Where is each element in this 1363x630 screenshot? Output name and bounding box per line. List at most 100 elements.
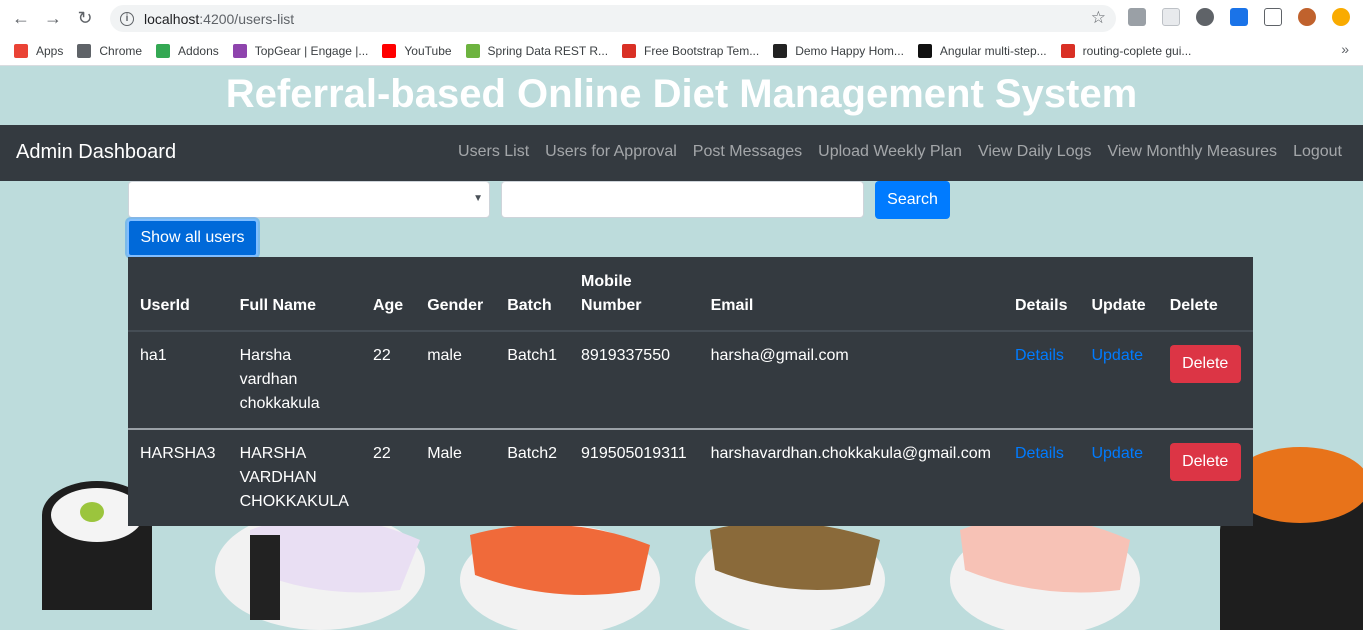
chevron-down-icon: ▼ xyxy=(473,193,483,204)
header-delete: Delete xyxy=(1157,257,1253,332)
nav-logout[interactable]: Logout xyxy=(1293,143,1342,161)
bookmark-item[interactable]: TopGear | Engage |... xyxy=(232,43,369,58)
bookmark-favicon-icon xyxy=(156,43,171,58)
update-link[interactable]: Update xyxy=(1091,445,1143,462)
cell-update: Update xyxy=(1079,330,1158,429)
address-bar[interactable]: i localhost:4200/users-list ☆ xyxy=(110,5,1116,32)
cell-batch: Batch1 xyxy=(495,330,570,429)
nav-users-list[interactable]: Users List xyxy=(458,143,529,161)
details-link[interactable]: Details xyxy=(1015,445,1064,462)
cell-delete: Delete xyxy=(1157,428,1253,526)
bookmark-item[interactable]: Addons xyxy=(156,43,219,58)
nav-upload-weekly-plan[interactable]: Upload Weekly Plan xyxy=(818,143,962,161)
forward-arrow-icon[interactable]: → xyxy=(42,7,64,29)
bookmark-favicon-icon xyxy=(77,43,92,58)
delete-button[interactable]: Delete xyxy=(1169,443,1241,481)
bookmark-label: TopGear | Engage |... xyxy=(254,43,369,58)
bookmark-favicon-icon xyxy=(773,43,788,58)
bookmark-item[interactable]: Apps xyxy=(14,43,64,58)
navbar: Admin Dashboard Users List Users for App… xyxy=(0,125,1363,181)
bookmark-label: routing-coplete gui... xyxy=(1082,43,1192,58)
cell-details: Details xyxy=(1003,428,1080,526)
nori-band xyxy=(250,535,280,620)
bookmark-item[interactable]: YouTube xyxy=(382,43,452,58)
bookmark-favicon-icon xyxy=(232,43,247,58)
cell-email: harshavardhan.chokkakula@gmail.com xyxy=(698,428,1003,526)
cell-gender: Male xyxy=(415,428,496,526)
maki-roll-filling xyxy=(80,502,104,522)
info-icon[interactable]: i xyxy=(120,11,134,26)
cell-mobile: 919505019311 xyxy=(569,428,699,526)
bookmark-favicon-icon xyxy=(1060,43,1075,58)
filter-select[interactable]: ▼ xyxy=(128,181,490,218)
bookmarks-overflow-icon[interactable]: » xyxy=(1341,41,1349,57)
cell-details: Details xyxy=(1003,330,1080,429)
cell-age: 22 xyxy=(360,330,416,429)
back-arrow-icon[interactable]: ← xyxy=(10,7,32,29)
table-row: HARSHA3 HARSHA VARDHAN CHOKKAKULA 22 Mal… xyxy=(128,428,1253,526)
bookmark-favicon-icon xyxy=(622,43,637,58)
bookmark-star-icon[interactable]: ☆ xyxy=(1091,8,1106,28)
nav-users-for-approval[interactable]: Users for Approval xyxy=(545,143,677,161)
bookmark-favicon-icon xyxy=(917,43,932,58)
show-all-users-button[interactable]: Show all users xyxy=(127,219,258,257)
nav-view-monthly-measures[interactable]: View Monthly Measures xyxy=(1108,143,1278,161)
url-text: localhost:4200/users-list xyxy=(144,11,294,27)
bookmark-label: Spring Data REST R... xyxy=(487,43,609,58)
bookmark-item[interactable]: Chrome xyxy=(77,43,143,58)
bookmark-label: Chrome xyxy=(99,43,143,58)
bookmark-item[interactable]: Angular multi-step... xyxy=(917,43,1047,58)
pocket-extension-icon[interactable] xyxy=(1162,8,1180,26)
bookmark-item[interactable]: Free Bootstrap Tem... xyxy=(622,43,760,58)
update-icon[interactable] xyxy=(1332,8,1350,26)
url-host: localhost xyxy=(144,10,200,27)
bookmarks-bar: Apps Chrome Addons TopGear | Engage |... You… xyxy=(0,36,1363,66)
bookmark-favicon-icon xyxy=(382,43,397,58)
bookmark-label: Addons xyxy=(178,43,219,58)
apps-grid-icon xyxy=(14,43,28,58)
nav-post-messages[interactable]: Post Messages xyxy=(693,143,802,161)
gunkan-body xyxy=(1220,530,1363,630)
header-full-name: Full Name xyxy=(227,257,361,332)
bookmark-item[interactable]: routing-coplete gui... xyxy=(1060,43,1192,58)
header-email: Email xyxy=(698,257,1003,332)
header-mobile-number: Mobile Number xyxy=(569,257,699,332)
delete-button[interactable]: Delete xyxy=(1169,345,1241,383)
page-title: Referral-based Online Diet Management Sy… xyxy=(225,72,1138,116)
cell-full-name: Harsha vardhan chokkakula xyxy=(227,330,361,429)
circle-extension-icon[interactable] xyxy=(1196,8,1214,26)
bookmark-label: Demo Happy Hom... xyxy=(795,43,904,58)
search-input[interactable] xyxy=(501,181,864,218)
cell-userid: ha1 xyxy=(128,330,228,429)
bookmark-label: Apps xyxy=(36,43,64,58)
details-link[interactable]: Details xyxy=(1015,347,1064,364)
header-userid: UserId xyxy=(128,257,228,332)
profile-avatar-icon[interactable] xyxy=(1298,8,1316,26)
bookmark-item[interactable]: Spring Data REST R... xyxy=(465,43,609,58)
header-gender: Gender xyxy=(415,257,496,332)
cube-extension-icon[interactable] xyxy=(1128,8,1146,26)
table-header-row: UserId Full Name Age Gender Batch Mobile… xyxy=(128,257,1253,332)
cell-userid: HARSHA3 xyxy=(128,428,228,526)
arrow-extension-icon[interactable] xyxy=(1230,8,1248,26)
header-age: Age xyxy=(360,257,416,332)
reload-icon[interactable]: ↻ xyxy=(74,7,96,29)
cell-email: harsha@gmail.com xyxy=(698,330,1003,429)
url-path: :4200/users-list xyxy=(199,10,295,27)
update-link[interactable]: Update xyxy=(1091,347,1143,364)
bookmark-label: Free Bootstrap Tem... xyxy=(644,43,760,58)
code-extension-icon[interactable] xyxy=(1264,8,1282,26)
cell-mobile: 8919337550 xyxy=(569,330,699,429)
cell-update: Update xyxy=(1079,428,1158,526)
cell-delete: Delete xyxy=(1157,330,1253,429)
nav-view-daily-logs[interactable]: View Daily Logs xyxy=(978,143,1092,161)
bookmark-favicon-icon xyxy=(465,43,480,58)
bookmark-label: Angular multi-step... xyxy=(939,43,1047,58)
cell-batch: Batch2 xyxy=(495,428,570,526)
search-button[interactable]: Search xyxy=(875,181,950,219)
bookmark-item[interactable]: Demo Happy Hom... xyxy=(773,43,904,58)
header-batch: Batch xyxy=(495,257,570,332)
users-table: UserId Full Name Age Gender Batch Mobile… xyxy=(128,257,1253,526)
extension-icons xyxy=(1128,8,1350,26)
navbar-brand[interactable]: Admin Dashboard xyxy=(16,141,176,164)
